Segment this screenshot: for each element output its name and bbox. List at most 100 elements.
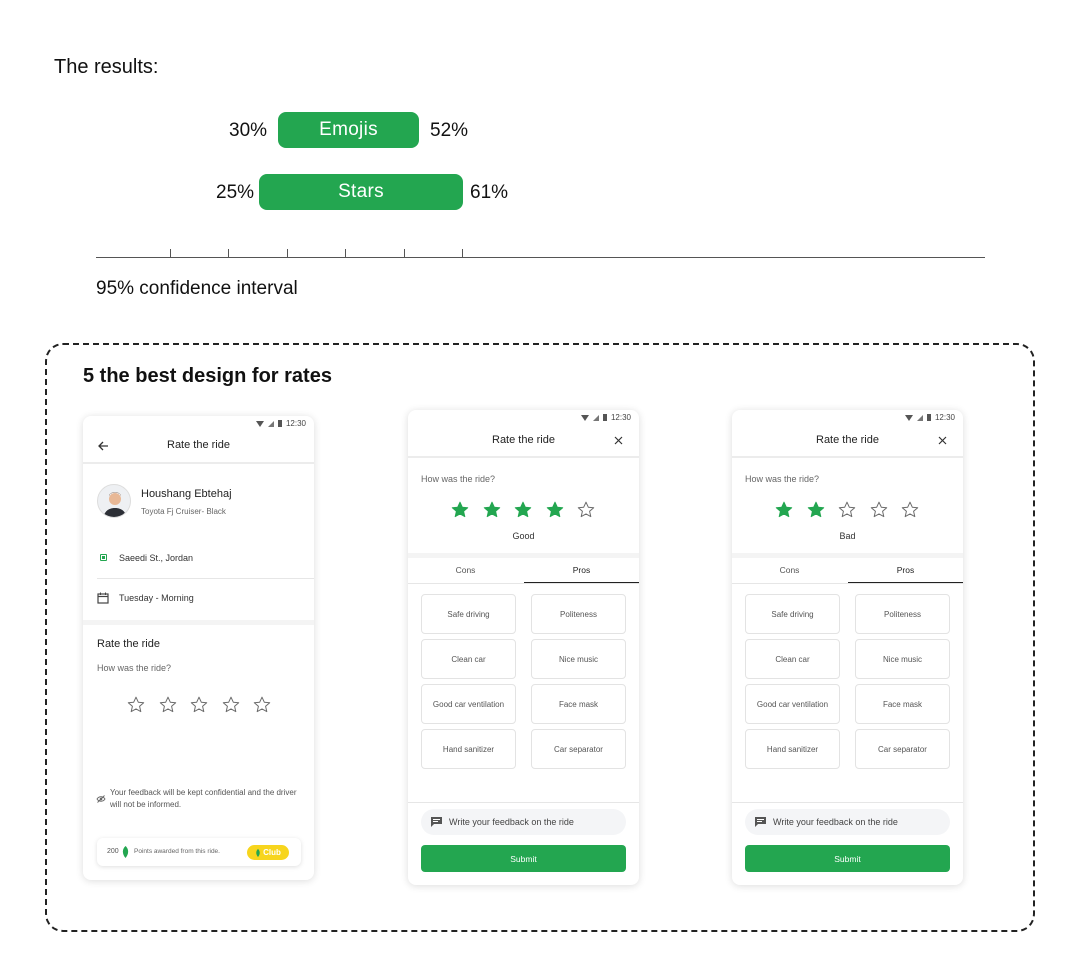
stars-high-label: 61% [470, 182, 509, 203]
submit-button[interactable]: Submit [745, 845, 950, 872]
status-time: 12:30 [934, 413, 955, 422]
tabs-divider [408, 583, 639, 584]
rate-question: How was the ride? [97, 663, 172, 673]
comment-icon [431, 817, 442, 827]
phone-rate-good: 12:30 Rate the ride How was the ride? Go… [408, 410, 639, 885]
section-band [83, 620, 314, 625]
close-icon[interactable] [614, 436, 623, 445]
star-filled-icon[interactable] [451, 501, 469, 519]
rate-question: How was the ride? [421, 474, 496, 484]
chip-option[interactable]: Politeness [531, 594, 626, 634]
comment-icon [755, 817, 766, 827]
chip-option[interactable]: Politeness [855, 594, 950, 634]
emojis-interval-bar: Emojis [278, 112, 419, 148]
header-divider [408, 456, 639, 458]
chip-option[interactable]: Face mask [531, 684, 626, 724]
feedback-placeholder: Write your feedback on the ride [449, 817, 574, 827]
tab-pros[interactable]: Pros [848, 565, 963, 575]
feedback-input[interactable]: Write your feedback on the ride [745, 809, 950, 835]
points-card: 200 Points awarded from this ride. Club [97, 838, 301, 866]
header-title: Rate the ride [167, 439, 230, 451]
points-value: 200 [107, 848, 119, 855]
star-outline-icon[interactable] [901, 501, 919, 519]
chip-option[interactable]: Car separator [855, 729, 950, 769]
star-filled-icon[interactable] [807, 501, 825, 519]
chip-option[interactable]: Hand sanitizer [745, 729, 840, 769]
star-outline-icon[interactable] [253, 696, 271, 714]
time-text: Tuesday - Morning [119, 593, 194, 603]
close-icon[interactable] [938, 436, 947, 445]
points-text: Points awarded from this ride. [134, 848, 220, 855]
chip-option[interactable]: Clean car [421, 639, 516, 679]
submit-button[interactable]: Submit [421, 845, 626, 872]
status-bar: 12:30 [904, 413, 955, 422]
page-root: The results: 30% Emojis 52% 25% Stars 61… [0, 0, 1080, 969]
header-divider [83, 462, 314, 464]
leaf-icon [122, 846, 129, 858]
rate-title: Rate the ride [97, 638, 160, 650]
tab-pros[interactable]: Pros [524, 565, 639, 575]
chip-option[interactable]: Nice music [855, 639, 950, 679]
tab-cons[interactable]: Cons [408, 565, 523, 575]
wifi-icon [904, 414, 913, 421]
status-bar: 12:30 [255, 419, 306, 428]
club-leaf-icon [256, 848, 260, 857]
signal-icon [592, 414, 599, 421]
tab-cons[interactable]: Cons [732, 565, 847, 575]
feedback-placeholder: Write your feedback on the ride [773, 817, 898, 827]
section-band [408, 553, 639, 558]
chip-option[interactable]: Clean car [745, 639, 840, 679]
star-filled-icon[interactable] [483, 501, 501, 519]
privacy-note: Your feedback will be kept confidential … [110, 788, 297, 809]
feedback-input[interactable]: Write your feedback on the ride [421, 809, 626, 835]
axis-tick [287, 249, 288, 257]
status-bar: 12:30 [580, 413, 631, 422]
club-badge[interactable]: Club [247, 845, 289, 860]
star-outline-icon[interactable] [190, 696, 208, 714]
location-icon-dot [102, 556, 105, 559]
phone-rate-empty: 12:30 Rate the ride Houshang Ebtehaj Toy… [83, 416, 314, 880]
signal-icon [916, 414, 923, 421]
results-title: The results: [54, 56, 159, 78]
calendar-icon [97, 592, 109, 604]
chip-option[interactable]: Good car ventilation [421, 684, 516, 724]
battery-icon [277, 420, 282, 427]
emojis-low-label: 30% [229, 120, 268, 141]
star-filled-icon[interactable] [775, 501, 793, 519]
chip-option[interactable]: Hand sanitizer [421, 729, 516, 769]
chip-option[interactable]: Face mask [855, 684, 950, 724]
chip-option[interactable]: Car separator [531, 729, 626, 769]
avatar [97, 484, 131, 518]
axis-tick [404, 249, 405, 257]
axis-caption: 95% confidence interval [96, 278, 298, 299]
star-outline-icon[interactable] [222, 696, 240, 714]
header-divider [732, 456, 963, 458]
star-outline-icon[interactable] [870, 501, 888, 519]
avatar-illustration [103, 492, 127, 517]
chip-option[interactable]: Safe driving [745, 594, 840, 634]
star-filled-icon[interactable] [546, 501, 564, 519]
axis-line [96, 257, 985, 258]
wifi-icon [580, 414, 589, 421]
battery-icon [602, 414, 607, 421]
chip-option[interactable]: Safe driving [421, 594, 516, 634]
tabs-divider [732, 583, 963, 584]
footer-divider [732, 802, 963, 803]
rating-label: Bad [839, 531, 856, 541]
driver-name: Houshang Ebtehaj [141, 488, 232, 500]
eye-off-icon [96, 795, 106, 803]
axis-tick [170, 249, 171, 257]
emojis-high-label: 52% [430, 120, 469, 141]
star-outline-icon[interactable] [577, 501, 595, 519]
battery-icon [926, 414, 931, 421]
star-outline-icon[interactable] [159, 696, 177, 714]
star-outline-icon[interactable] [838, 501, 856, 519]
star-filled-icon[interactable] [514, 501, 532, 519]
star-outline-icon[interactable] [127, 696, 145, 714]
club-label: Club [263, 848, 281, 857]
chip-option[interactable]: Good car ventilation [745, 684, 840, 724]
driver-car: Toyota Fj Cruiser- Black [141, 507, 226, 516]
location-text: Saeedi St., Jordan [119, 553, 194, 563]
chip-option[interactable]: Nice music [531, 639, 626, 679]
status-time: 12:30 [285, 419, 306, 428]
